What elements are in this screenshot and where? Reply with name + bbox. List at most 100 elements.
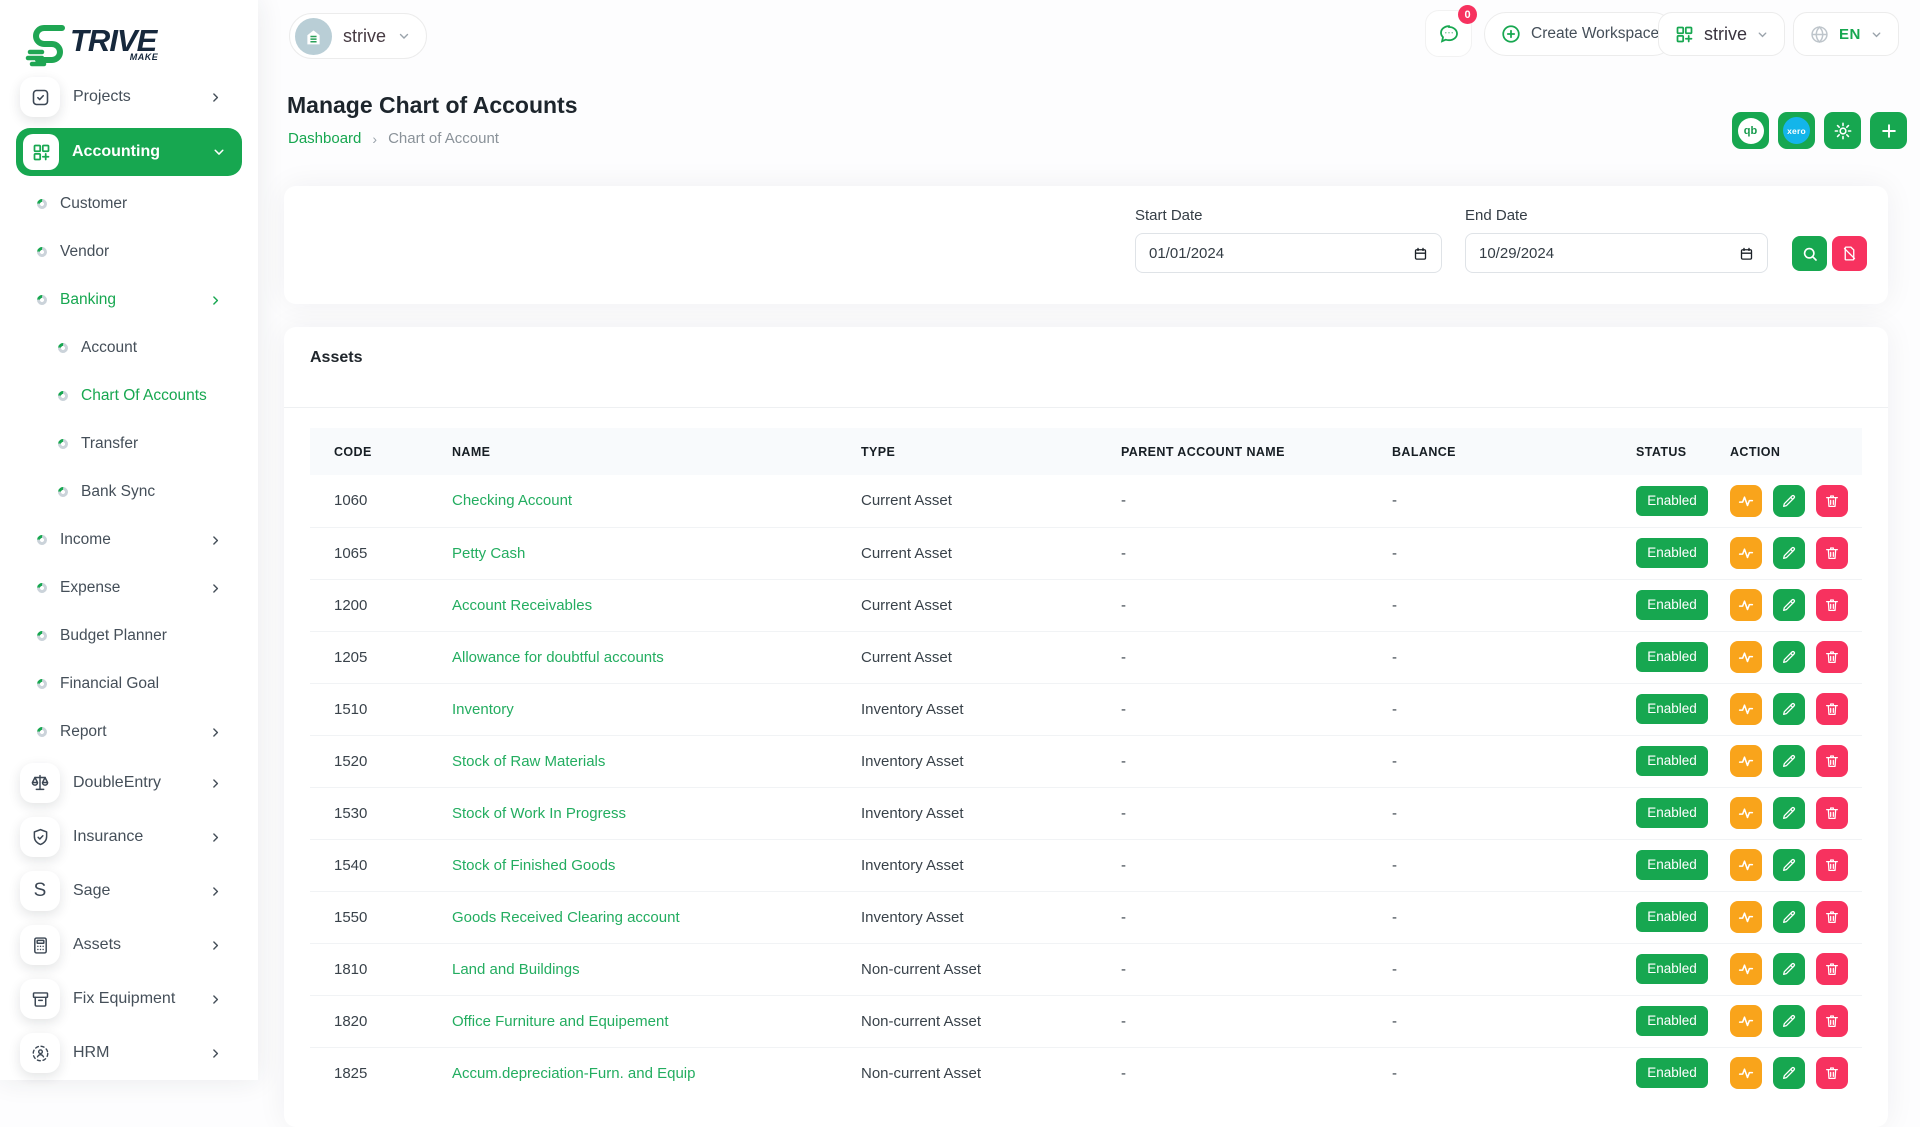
sidebar-item-budget-planner[interactable]: Budget Planner — [0, 612, 258, 660]
delete-button[interactable] — [1816, 1057, 1848, 1089]
delete-button[interactable] — [1816, 537, 1848, 569]
transactions-button[interactable] — [1730, 901, 1762, 933]
status-badge[interactable]: Enabled — [1636, 1006, 1708, 1036]
edit-button[interactable] — [1773, 953, 1805, 985]
status-badge[interactable]: Enabled — [1636, 694, 1708, 724]
status-badge[interactable]: Enabled — [1636, 850, 1708, 880]
language-selector[interactable]: EN — [1793, 12, 1899, 56]
column-header-status: STATUS — [1612, 428, 1706, 475]
edit-button[interactable] — [1773, 1057, 1805, 1089]
status-badge[interactable]: Enabled — [1636, 798, 1708, 828]
edit-button[interactable] — [1773, 641, 1805, 673]
calendar-icon[interactable] — [1739, 246, 1754, 261]
add-account-button[interactable] — [1870, 112, 1907, 149]
sidebar-item-sage[interactable]: SSage — [0, 864, 258, 918]
delete-button[interactable] — [1816, 589, 1848, 621]
account-name-link[interactable]: Land and Buildings — [452, 961, 580, 978]
sidebar-item-assets[interactable]: Assets — [0, 918, 258, 972]
brand-logo[interactable]: TRIVE MAKE — [22, 18, 156, 70]
sidebar-item-transfer[interactable]: Transfer — [0, 420, 258, 468]
transactions-button[interactable] — [1730, 745, 1762, 777]
settings-button[interactable] — [1824, 112, 1861, 149]
sidebar-item-vendor[interactable]: Vendor — [0, 228, 258, 276]
sidebar-item-customer[interactable]: Customer — [0, 180, 258, 228]
table-row: 1205Allowance for doubtful accountsCurre… — [310, 631, 1862, 683]
sidebar-item-account[interactable]: Account — [0, 324, 258, 372]
sidebar-item-projects[interactable]: Projects — [0, 70, 258, 124]
edit-button[interactable] — [1773, 537, 1805, 569]
quickbooks-button[interactable]: qb — [1732, 112, 1769, 149]
search-button[interactable] — [1792, 236, 1827, 271]
transactions-button[interactable] — [1730, 693, 1762, 725]
delete-button[interactable] — [1816, 1005, 1848, 1037]
account-name-link[interactable]: Account Receivables — [452, 597, 592, 614]
transactions-button[interactable] — [1730, 953, 1762, 985]
create-workspace-button[interactable]: Create Workspace — [1484, 12, 1675, 56]
account-name-link[interactable]: Inventory — [452, 701, 514, 718]
transactions-button[interactable] — [1730, 797, 1762, 829]
edit-button[interactable] — [1773, 849, 1805, 881]
end-date-input[interactable]: 10/29/2024 — [1465, 233, 1768, 273]
status-badge[interactable]: Enabled — [1636, 1058, 1708, 1088]
edit-button[interactable] — [1773, 589, 1805, 621]
sidebar-item-bank-sync[interactable]: Bank Sync — [0, 468, 258, 516]
messages-button[interactable]: 0 — [1425, 10, 1472, 57]
delete-button[interactable] — [1816, 953, 1848, 985]
transactions-button[interactable] — [1730, 641, 1762, 673]
account-name-link[interactable]: Stock of Work In Progress — [452, 805, 626, 822]
status-badge[interactable]: Enabled — [1636, 902, 1708, 932]
transactions-button[interactable] — [1730, 849, 1762, 881]
account-name-link[interactable]: Stock of Finished Goods — [452, 857, 615, 874]
status-badge[interactable]: Enabled — [1636, 954, 1708, 984]
sidebar-item-chart-of-accounts[interactable]: Chart Of Accounts — [0, 372, 258, 420]
status-badge[interactable]: Enabled — [1636, 746, 1708, 776]
sidebar-item-insurance[interactable]: Insurance — [0, 810, 258, 864]
account-name-link[interactable]: Accum.depreciation-Furn. and Equip — [452, 1065, 695, 1082]
delete-button[interactable] — [1816, 485, 1848, 517]
delete-button[interactable] — [1816, 693, 1848, 725]
delete-button[interactable] — [1816, 901, 1848, 933]
sidebar-item-financial-goal[interactable]: Financial Goal — [0, 660, 258, 708]
account-name-link[interactable]: Office Furniture and Equipement — [452, 1013, 669, 1030]
calendar-icon[interactable] — [1413, 246, 1428, 261]
start-date-input[interactable]: 01/01/2024 — [1135, 233, 1442, 273]
sidebar-item-doubleentry[interactable]: DoubleEntry — [0, 756, 258, 810]
transactions-button[interactable] — [1730, 537, 1762, 569]
donut-icon — [37, 247, 47, 257]
transactions-button[interactable] — [1730, 1005, 1762, 1037]
xero-button[interactable]: xero — [1778, 112, 1815, 149]
workspace-dropdown[interactable]: strive — [1658, 12, 1785, 56]
sidebar-item-expense[interactable]: Expense — [0, 564, 258, 612]
status-badge[interactable]: Enabled — [1636, 642, 1708, 672]
status-badge[interactable]: Enabled — [1636, 590, 1708, 620]
workspace-selector[interactable]: strive — [289, 13, 427, 59]
edit-button[interactable] — [1773, 693, 1805, 725]
sidebar-item-fix-equipment[interactable]: Fix Equipment — [0, 972, 258, 1026]
account-name-link[interactable]: Stock of Raw Materials — [452, 753, 605, 770]
delete-button[interactable] — [1816, 641, 1848, 673]
sidebar-item-banking[interactable]: Banking — [0, 276, 258, 324]
breadcrumb-dashboard-link[interactable]: Dashboard — [288, 130, 361, 147]
account-name-link[interactable]: Goods Received Clearing account — [452, 909, 680, 926]
edit-button[interactable] — [1773, 745, 1805, 777]
edit-button[interactable] — [1773, 485, 1805, 517]
edit-button[interactable] — [1773, 901, 1805, 933]
sidebar-item-accounting[interactable]: Accounting — [16, 128, 242, 176]
account-name-link[interactable]: Petty Cash — [452, 545, 525, 562]
account-name-link[interactable]: Checking Account — [452, 492, 572, 509]
delete-button[interactable] — [1816, 745, 1848, 777]
sidebar-item-income[interactable]: Income — [0, 516, 258, 564]
delete-button[interactable] — [1816, 849, 1848, 881]
edit-button[interactable] — [1773, 1005, 1805, 1037]
delete-button[interactable] — [1816, 797, 1848, 829]
account-name-link[interactable]: Allowance for doubtful accounts — [452, 649, 664, 666]
reset-filter-button[interactable] — [1832, 236, 1867, 271]
transactions-button[interactable] — [1730, 485, 1762, 517]
sidebar-item-hrm[interactable]: HRM — [0, 1026, 258, 1080]
edit-button[interactable] — [1773, 797, 1805, 829]
transactions-button[interactable] — [1730, 589, 1762, 621]
status-badge[interactable]: Enabled — [1636, 486, 1708, 516]
sidebar-item-report[interactable]: Report — [0, 708, 258, 756]
transactions-button[interactable] — [1730, 1057, 1762, 1089]
status-badge[interactable]: Enabled — [1636, 538, 1708, 568]
